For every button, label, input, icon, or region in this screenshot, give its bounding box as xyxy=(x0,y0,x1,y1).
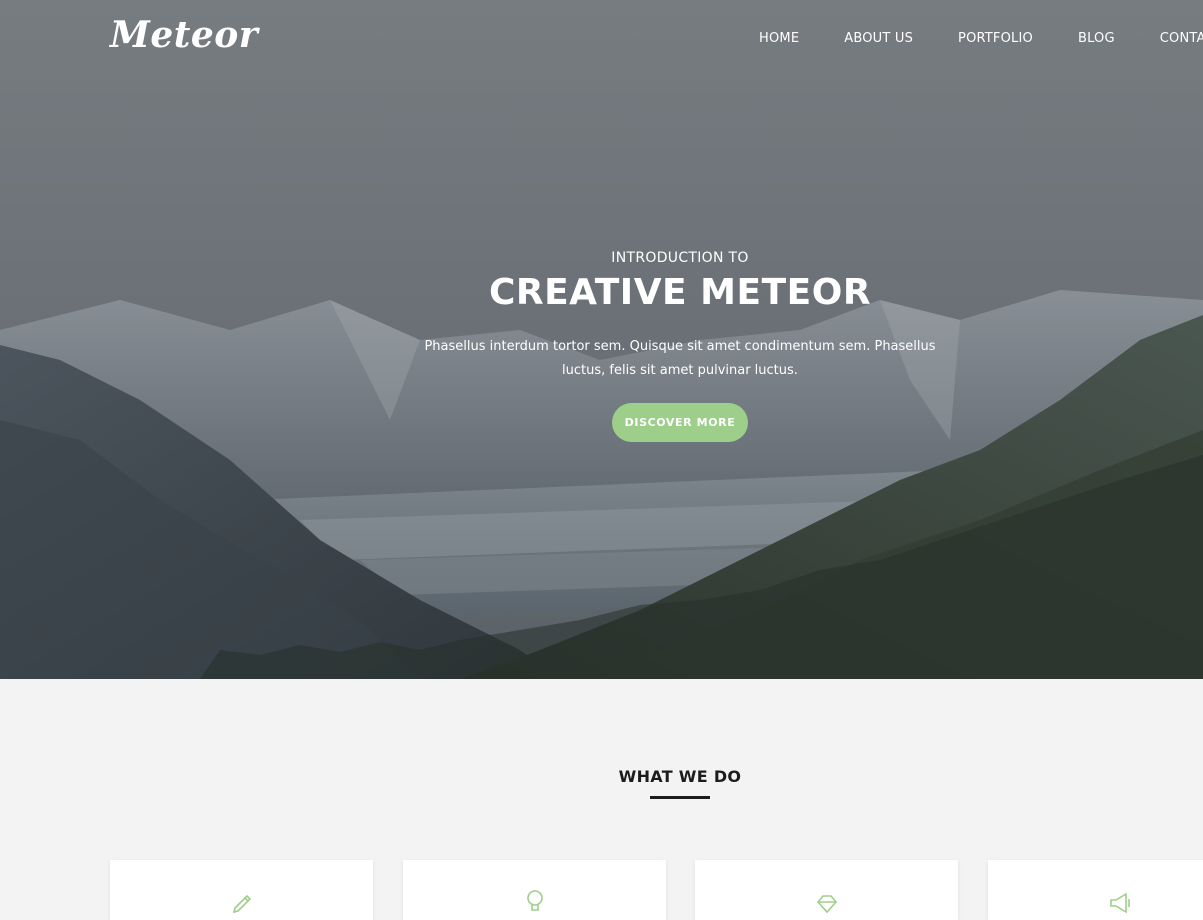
hero-tagline: Phasellus interdum tortor sem. Quisque s… xyxy=(424,339,936,378)
megaphone-icon xyxy=(1109,892,1130,914)
main-nav: HOME ABOUT US PORTFOLIO BLOG CONTACT xyxy=(759,31,1203,46)
pencil-icon xyxy=(232,894,251,914)
nav-about-us[interactable]: ABOUT US xyxy=(844,31,913,46)
nav-portfolio[interactable]: PORTFOLIO xyxy=(958,31,1033,46)
hero-headline: CREATIVE METEOR xyxy=(488,272,872,313)
hero-intro: INTRODUCTION TO xyxy=(611,250,749,266)
service-card[interactable] xyxy=(695,860,958,920)
lightbulb-icon xyxy=(526,890,543,911)
service-card[interactable] xyxy=(988,860,1203,920)
nav-contact[interactable]: CONTACT xyxy=(1160,31,1203,46)
diamond-icon xyxy=(816,895,837,914)
nav-blog[interactable]: BLOG xyxy=(1078,31,1115,46)
nav-home[interactable]: HOME xyxy=(759,31,799,46)
discover-more-button[interactable]: DISCOVER MORE xyxy=(612,403,748,442)
hero-section: Meteor HOME ABOUT US PORTFOLIO BLOG CONT… xyxy=(0,0,1203,679)
section-title: WHAT WE DO xyxy=(618,767,742,786)
section-divider xyxy=(650,796,710,799)
service-card[interactable] xyxy=(403,860,666,920)
service-card[interactable] xyxy=(110,860,373,920)
site-logo[interactable]: Meteor xyxy=(110,14,258,56)
hero-content: INTRODUCTION TO CREATIVE METEOR Phasellu… xyxy=(0,250,1203,442)
